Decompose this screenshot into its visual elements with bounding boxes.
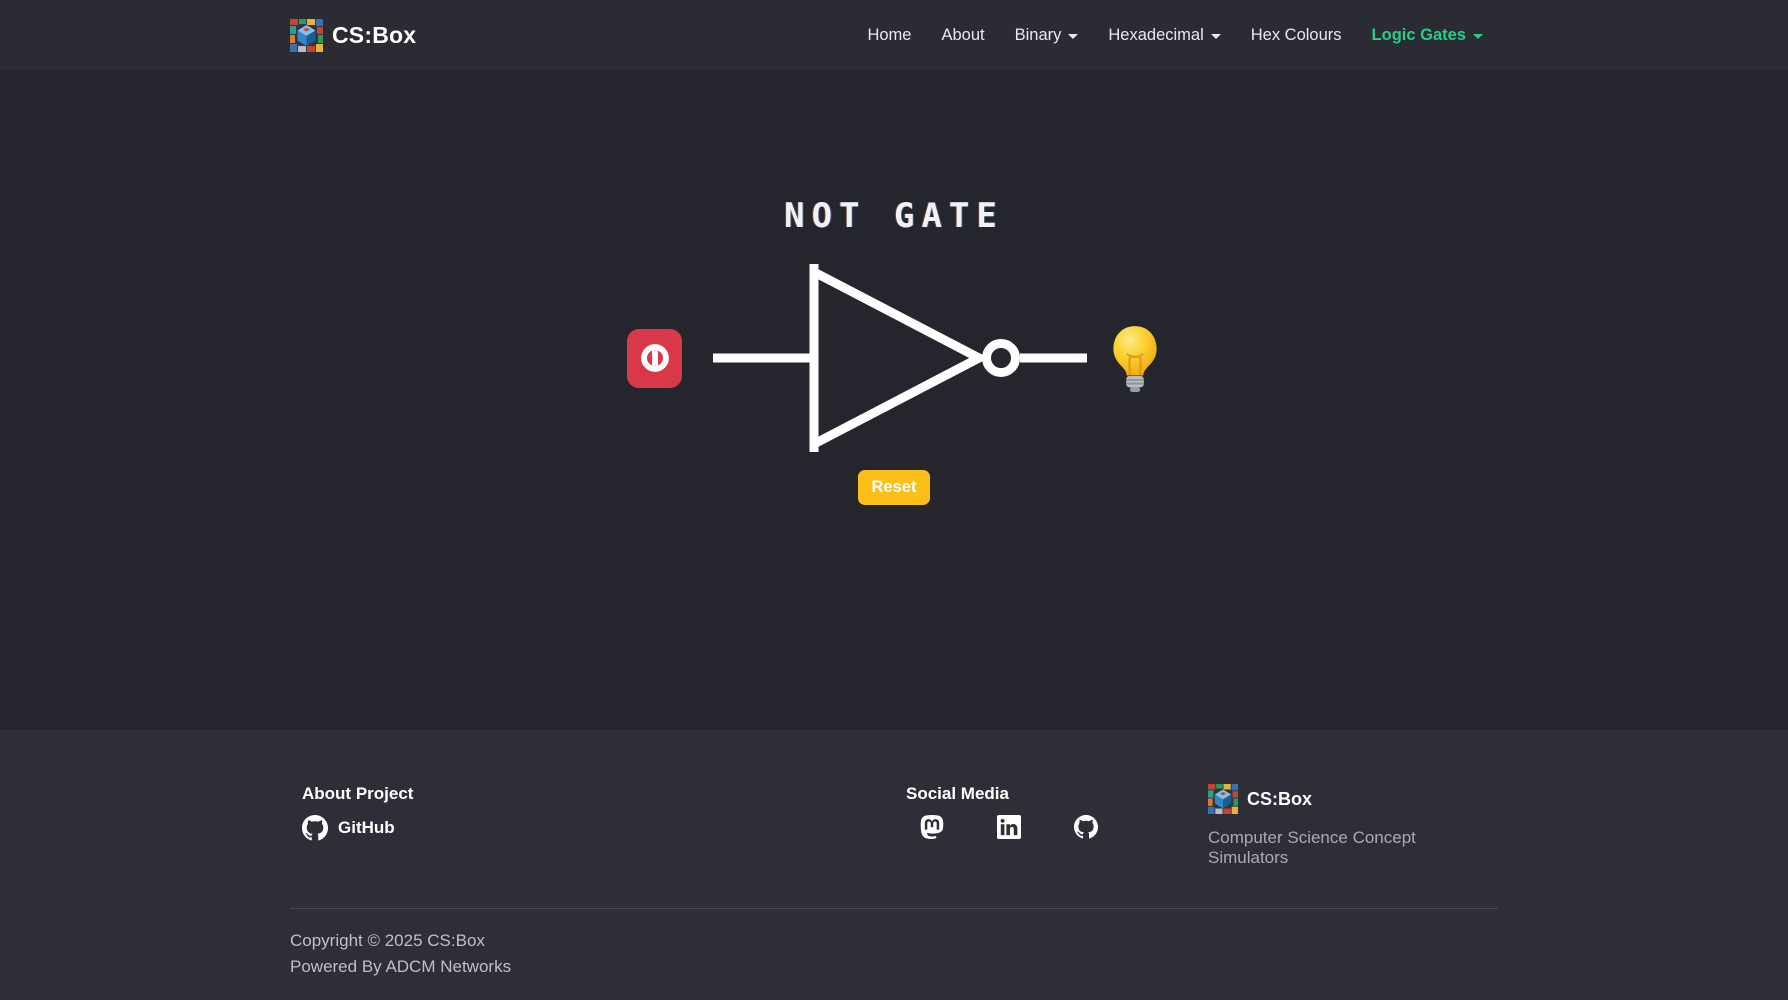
not-gate-diagram bbox=[713, 258, 1093, 458]
brand-link[interactable]: CS:Box bbox=[290, 19, 416, 52]
power-zero-icon bbox=[639, 342, 671, 374]
footer-divider bbox=[290, 908, 1498, 909]
social-media-heading: Social Media bbox=[906, 784, 1184, 804]
linkedin-icon bbox=[997, 815, 1021, 839]
csbox-logo-icon bbox=[290, 19, 323, 52]
github-repo-link[interactable]: GitHub bbox=[302, 815, 395, 841]
nav-link-home[interactable]: Home bbox=[852, 18, 926, 53]
nav-label: Logic Gates bbox=[1372, 26, 1466, 45]
about-project-heading: About Project bbox=[302, 784, 882, 804]
github-link-label: GitHub bbox=[338, 818, 395, 838]
nav-label: Hexadecimal bbox=[1108, 26, 1203, 45]
page-footer: About Project GitHub Social Media bbox=[0, 730, 1788, 1000]
chevron-down-icon bbox=[1068, 34, 1078, 39]
github-icon bbox=[1074, 815, 1098, 839]
nav-label: Home bbox=[867, 26, 911, 45]
nav-menu: Home About Binary Hexadecimal Hex Colour… bbox=[852, 18, 1498, 53]
github-icon bbox=[302, 815, 328, 841]
simulator-title: NOT GATE bbox=[0, 196, 1788, 236]
top-navbar: CS:Box Home About Binary Hexadecimal Hex… bbox=[0, 0, 1788, 70]
footer-about-section: About Project GitHub bbox=[290, 784, 894, 868]
nav-label: Hex Colours bbox=[1251, 26, 1342, 45]
mastodon-icon bbox=[920, 815, 944, 839]
nav-dropdown-binary[interactable]: Binary bbox=[1000, 18, 1094, 53]
footer-tagline: Computer Science Concept Simulators bbox=[1208, 828, 1486, 868]
nav-dropdown-hexadecimal[interactable]: Hexadecimal bbox=[1093, 18, 1235, 53]
footer-social-section: Social Media bbox=[894, 784, 1196, 868]
brand-name: CS:Box bbox=[332, 22, 416, 49]
copyright-text: Copyright © 2025 CS:Box bbox=[290, 931, 1498, 951]
github-social-link[interactable] bbox=[1074, 815, 1098, 839]
gate-output-indicator bbox=[1109, 323, 1161, 393]
reset-button[interactable]: Reset bbox=[858, 470, 931, 505]
linkedin-link[interactable] bbox=[997, 815, 1021, 839]
powered-by-text: Powered By ADCM Networks bbox=[290, 957, 1498, 977]
footer-brand-section: CS:Box Computer Science Concept Simulato… bbox=[1196, 784, 1498, 868]
simulator-page: NOT GATE bbox=[0, 70, 1788, 730]
csbox-logo-icon bbox=[1208, 784, 1238, 814]
lightbulb-on-icon bbox=[1109, 323, 1161, 393]
chevron-down-icon bbox=[1211, 34, 1221, 39]
nav-link-hex-colours[interactable]: Hex Colours bbox=[1236, 18, 1357, 53]
gate-input-toggle-button[interactable] bbox=[627, 329, 682, 388]
nav-dropdown-logic-gates[interactable]: Logic Gates bbox=[1357, 18, 1498, 53]
nav-link-about[interactable]: About bbox=[926, 18, 999, 53]
chevron-down-icon bbox=[1473, 34, 1483, 39]
mastodon-link[interactable] bbox=[920, 815, 944, 839]
nav-label: Binary bbox=[1015, 26, 1062, 45]
not-gate-simulator bbox=[0, 258, 1788, 458]
nav-label: About bbox=[941, 26, 984, 45]
footer-brand-name: CS:Box bbox=[1247, 789, 1312, 810]
